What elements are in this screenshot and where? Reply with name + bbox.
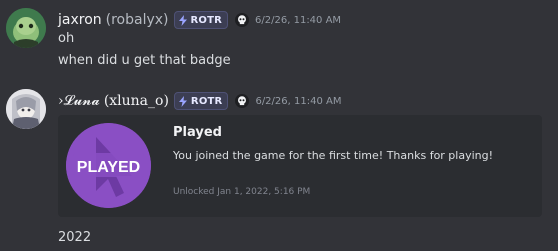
avatar-luna[interactable] — [6, 89, 46, 129]
server-tag-badge[interactable]: ROTR — [173, 92, 229, 110]
message-group-jaxron: jaxron (robalyx) ROTR 6/2/26, 11:40 AM o… — [0, 0, 558, 80]
tag-label: ROTR — [190, 95, 223, 107]
lightning-bolt-icon — [178, 95, 187, 107]
server-tag-badge[interactable]: ROTR — [173, 11, 229, 29]
skull-icon[interactable] — [234, 12, 250, 28]
badge-icon-text: PLAYED — [77, 159, 140, 176]
message-header: ›𝓛𝓾𝓷𝓪 (xluna_o) ROTR 6/2/26, 11:40 AM — [58, 92, 341, 110]
message-header: jaxron (robalyx) ROTR 6/2/26, 11:40 AM — [58, 11, 341, 29]
display-name[interactable]: jaxron — [58, 12, 102, 28]
message-content: oh — [58, 31, 75, 46]
tag-label: ROTR — [190, 14, 223, 26]
lightning-bolt-icon — [178, 14, 187, 26]
avatar-jaxron[interactable] — [6, 8, 46, 48]
display-name[interactable]: ›𝓛𝓾𝓷𝓪 — [58, 93, 100, 109]
message-content: when did u get that badge — [58, 53, 231, 68]
embed-description: You joined the game for the first time! … — [173, 149, 494, 162]
skull-icon[interactable] — [234, 93, 250, 109]
badge-icon: PLAYED — [66, 123, 151, 208]
message-content: 2022 — [58, 230, 92, 245]
embed-footer: Unlocked Jan 1, 2022, 5:16 PM — [173, 187, 311, 197]
cursor-arrow-icon: PLAYED — [66, 123, 151, 208]
badge-embed[interactable]: PLAYED Played You joined the game for th… — [58, 115, 542, 217]
username[interactable]: (xluna_o) — [104, 93, 169, 109]
embed-title[interactable]: Played — [173, 125, 222, 140]
username[interactable]: (robalyx) — [106, 12, 169, 28]
timestamp: 6/2/26, 11:40 AM — [255, 14, 342, 26]
timestamp: 6/2/26, 11:40 AM — [255, 95, 342, 107]
